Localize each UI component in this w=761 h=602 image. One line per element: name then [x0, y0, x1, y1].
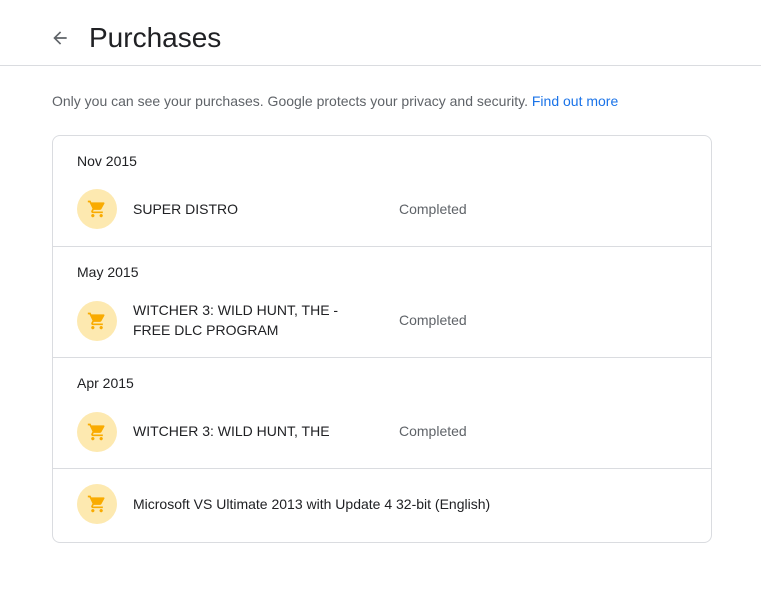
- privacy-notice: Only you can see your purchases. Google …: [52, 91, 618, 111]
- shopping-cart-icon: [77, 412, 117, 452]
- item-status: Completed: [399, 201, 467, 217]
- purchase-group: Nov 2015 SUPER DISTRO Completed: [53, 136, 711, 247]
- month-heading: Apr 2015: [77, 375, 134, 391]
- back-button[interactable]: [46, 24, 74, 52]
- item-name: Microsoft VS Ultimate 2013 with Update 4…: [133, 496, 491, 512]
- shopping-cart-icon: [77, 301, 117, 341]
- purchase-group: Apr 2015 WITCHER 3: WILD HUNT, THE Compl…: [53, 357, 711, 469]
- find-out-more-link[interactable]: Find out more: [532, 93, 618, 109]
- purchases-list: Nov 2015 SUPER DISTRO Completed May 2015…: [52, 135, 712, 543]
- item-status: Completed: [399, 423, 467, 439]
- item-name: WITCHER 3: WILD HUNT, THE - FREE DLC PRO…: [133, 302, 339, 338]
- privacy-notice-text: Only you can see your purchases. Google …: [52, 93, 528, 109]
- month-heading: May 2015: [77, 264, 139, 280]
- page-title: Purchases: [89, 22, 222, 53]
- item-name: SUPER DISTRO: [133, 201, 239, 217]
- shopping-cart-icon: [77, 189, 117, 229]
- item-status: Completed: [399, 312, 467, 328]
- month-heading: Nov 2015: [77, 153, 137, 169]
- purchase-item[interactable]: WITCHER 3: WILD HUNT, THE Completed: [53, 405, 711, 457]
- shopping-cart-icon: [77, 484, 117, 524]
- purchase-item[interactable]: WITCHER 3: WILD HUNT, THE - FREE DLC PRO…: [53, 294, 711, 346]
- arrow-back-icon: [53, 31, 67, 45]
- purchase-item[interactable]: Microsoft VS Ultimate 2013 with Update 4…: [53, 478, 711, 530]
- purchase-group: May 2015 WITCHER 3: WILD HUNT, THE - FRE…: [53, 246, 711, 358]
- item-name: WITCHER 3: WILD HUNT, THE: [133, 423, 330, 439]
- purchase-group: Microsoft VS Ultimate 2013 with Update 4…: [53, 468, 711, 542]
- purchase-item[interactable]: SUPER DISTRO Completed: [53, 183, 711, 235]
- page-header: Purchases: [0, 0, 761, 66]
